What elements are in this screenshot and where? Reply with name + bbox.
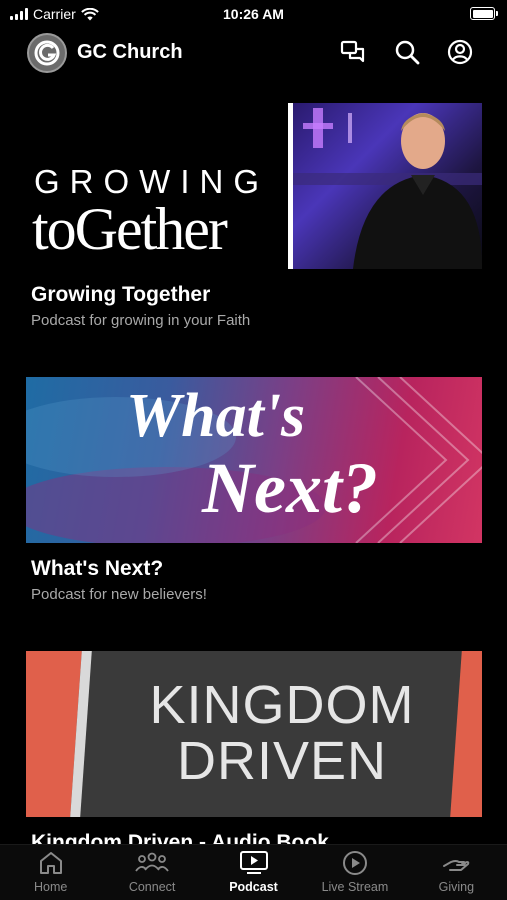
tab-home[interactable]: Home — [0, 845, 101, 900]
chat-icon[interactable] — [339, 38, 367, 66]
podcast-title[interactable]: Growing Together — [31, 283, 482, 307]
podcast-artwork[interactable]: What's Next? — [26, 377, 482, 543]
artwork-text: DRIVEN — [176, 731, 388, 791]
status-time: 10:26 AM — [223, 6, 284, 22]
tab-giving[interactable]: Giving — [406, 845, 507, 900]
battery-icon — [470, 7, 498, 20]
artwork-text: Next? — [202, 448, 378, 528]
profile-icon[interactable] — [446, 38, 474, 66]
tab-label: Live Stream — [321, 880, 389, 894]
tab-label: Giving — [438, 880, 475, 894]
status-bar: Carrier 10:26 AM — [0, 0, 507, 30]
podcast-card-kingdom-driven[interactable]: KINGDOM DRIVEN Kingdom Driven - Audio Bo… — [26, 651, 482, 855]
podcast-subtitle: Podcast for new believers! — [31, 586, 207, 603]
logo-mark-icon — [34, 40, 60, 66]
play-circle-icon — [342, 851, 367, 875]
tab-label: Podcast — [229, 880, 278, 894]
artwork-text: KINGDOM — [149, 675, 415, 735]
giving-hand-icon — [443, 860, 470, 871]
tab-label: Connect — [128, 880, 176, 894]
people-icon — [135, 852, 169, 872]
podcast-artwork[interactable]: KINGDOM DRIVEN — [26, 651, 482, 817]
app-header: GC Church — [0, 30, 507, 78]
podcast-card-growing-together[interactable]: GROWING toGether Growing Together Podcas… — [26, 103, 482, 329]
home-icon — [39, 852, 62, 874]
app-title: GC Church — [77, 41, 183, 63]
search-icon[interactable] — [393, 38, 421, 66]
tab-label: Home — [34, 880, 68, 894]
podcast-title[interactable]: What's Next? — [31, 557, 482, 581]
tab-podcast[interactable]: Podcast — [203, 845, 304, 900]
artwork-text: What's — [126, 382, 306, 450]
pastor-photo — [293, 103, 482, 269]
podcast-icon — [239, 851, 268, 874]
tab-bar: Home Connect Podcast Live Stream Giving — [0, 844, 507, 900]
podcast-artwork[interactable]: GROWING toGether — [26, 103, 482, 269]
podcast-card-whats-next[interactable]: What's Next? What's Next? Podcast for ne… — [26, 377, 482, 603]
tab-live-stream[interactable]: Live Stream — [304, 845, 405, 900]
artwork-text: toGether — [32, 196, 228, 262]
tab-connect[interactable]: Connect — [101, 845, 202, 900]
church-logo — [27, 33, 67, 73]
podcast-subtitle: Podcast for growing in your Faith — [31, 312, 251, 329]
